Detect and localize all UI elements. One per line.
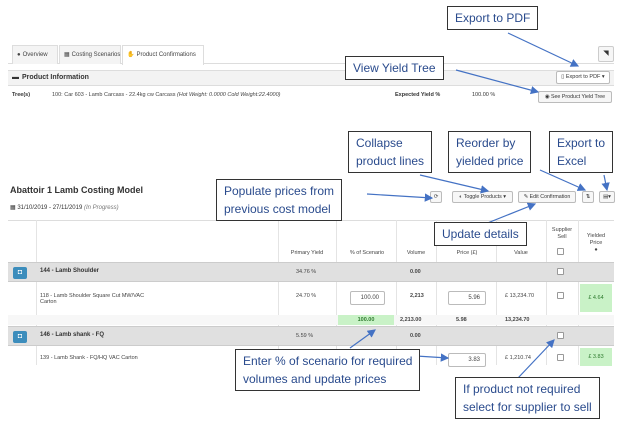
supplier-sell-checkbox[interactable]	[557, 332, 564, 339]
refresh-prices-button[interactable]: ⟳	[430, 191, 442, 203]
edit-confirmation-button[interactable]: ✎ Edit Confirmation	[518, 191, 576, 203]
product-value: £ 13,234.70	[505, 293, 535, 299]
subtotal-price: 5.98	[456, 317, 467, 323]
edit-icon: ✎	[523, 194, 529, 200]
supplier-sell-checkbox[interactable]	[557, 268, 564, 275]
product-primary-yield: 24.70 %	[296, 293, 317, 299]
expand-group-button[interactable]: ◘	[13, 331, 27, 343]
callout-populate-prices: Populate prices from previous cost model	[216, 179, 343, 221]
supplier-sell-all-checkbox[interactable]	[557, 248, 564, 255]
calculator-icon: ▦	[64, 52, 70, 58]
callout-export-excel: Export to Excel	[549, 131, 614, 173]
expected-yield-label: Expected Yield %	[395, 92, 441, 98]
product-volume: 2,213	[410, 293, 424, 299]
export-pdf-button[interactable]: ▯ Export to PDF ▾	[556, 71, 610, 84]
toggle-products-button[interactable]: ◐ Toggle Products ▾	[452, 191, 513, 203]
truck-icon: ▬	[12, 74, 19, 81]
thumbs-up-icon: ✋	[127, 52, 135, 58]
callout-reorder: Reorder by yielded price	[448, 131, 532, 173]
col-yielded-price: Yielded Price ●	[586, 233, 606, 253]
callout-supplier-sell: If product not required select for suppl…	[455, 377, 600, 419]
plus-icon: ◘	[17, 333, 23, 340]
plus-icon: ◘	[17, 269, 23, 276]
product-info-header: ▬ Product Information	[8, 70, 614, 86]
group-primary-yield: 5.59 %	[296, 333, 314, 339]
callout-view-yield-tree: View Yield Tree	[345, 56, 444, 80]
subtotal-value: 13,234.70	[505, 317, 530, 323]
expand-group-button[interactable]: ◘	[13, 267, 27, 279]
export-excel-button[interactable]: ▤▾	[599, 191, 615, 203]
tab-overview[interactable]: ● Overview	[12, 45, 58, 64]
arrow-populate	[366, 193, 434, 202]
callout-enter-pct: Enter % of scenario for required volumes…	[235, 349, 421, 391]
callout-update-details: Update details	[434, 222, 527, 246]
sort-button[interactable]: ⇅	[582, 191, 594, 203]
yielded-price-cell: £ 4.64	[580, 284, 612, 312]
product-info-title: Product Information	[22, 74, 89, 81]
see-yield-tree-button[interactable]: ◉ See Product Yield Tree	[538, 91, 612, 103]
group-volume: 0.00	[410, 269, 421, 275]
supplier-sell-checkbox[interactable]	[557, 292, 564, 299]
col-primary-yield: Primary Yield	[290, 250, 324, 256]
product-value: £ 1,210.74	[505, 355, 531, 361]
yielded-price-cell: £ 3.83	[580, 348, 612, 366]
model-dates: ▦ 31/10/2019 - 27/11/2019 (In Progress)	[10, 205, 119, 211]
sort-icon: ⇅	[585, 194, 591, 200]
expected-yield-value: 100.00 %	[472, 92, 496, 98]
info-icon: ●	[17, 52, 21, 58]
tree-label: Tree(s)	[12, 92, 31, 98]
callout-collapse: Collapse product lines	[348, 131, 433, 173]
price-input[interactable]: 3.83	[448, 353, 486, 367]
refresh-icon: ⟳	[433, 194, 439, 200]
col-supplier-sell: Supplier Sell	[551, 227, 573, 240]
supplier-sell-checkbox[interactable]	[557, 354, 564, 361]
file-icon: ▯	[561, 74, 565, 80]
pct-scenario-input[interactable]: 100.00	[350, 291, 385, 305]
group-primary-yield: 34.76 %	[296, 269, 317, 275]
price-input[interactable]: 5.96	[448, 291, 486, 305]
arrow-toggle	[419, 174, 490, 194]
col-pct-scenario: % of Scenario	[349, 250, 385, 256]
model-title: Abattoir 1 Lamb Costing Model	[10, 185, 144, 195]
info-icon: ●	[594, 247, 598, 253]
product-name: 118 - Lamb Shoulder Square Cut MW/VAC Ca…	[40, 293, 145, 305]
tree-description: 100: Car 603 - Lamb Carcass - 22.4kg cw …	[52, 92, 281, 98]
col-value: Value	[514, 250, 528, 256]
toggle-icon: ◐	[459, 194, 463, 200]
rss-icon: ◥	[603, 50, 609, 57]
subtotal-volume: 2,213.00	[400, 317, 422, 323]
arrow-reorder	[539, 169, 587, 191]
arrow-excel	[601, 174, 610, 192]
spreadsheet-icon: ▤▾	[603, 194, 611, 200]
product-name: 139 - Lamb Shank - FQ/HQ VAC Carton	[40, 355, 138, 361]
eye-icon: ◉	[544, 94, 550, 100]
callout-export-pdf: Export to PDF	[447, 6, 539, 30]
tab-bar: ● Overview ▦ Costing Scenarios ✋ Product Co…	[8, 42, 614, 65]
calendar-icon: ▦	[10, 205, 16, 211]
tab-costing-scenarios[interactable]: ▦ Costing Scenarios	[59, 45, 121, 64]
rss-button[interactable]: ◥	[598, 46, 614, 62]
group-volume: 0.00	[410, 333, 421, 339]
tab-product-confirmations[interactable]: ✋ Product Confirmations	[122, 45, 204, 65]
col-price: Price (£)	[456, 250, 478, 256]
subtotal-pct: 100.00	[338, 315, 394, 325]
col-volume: Volume	[406, 250, 426, 256]
